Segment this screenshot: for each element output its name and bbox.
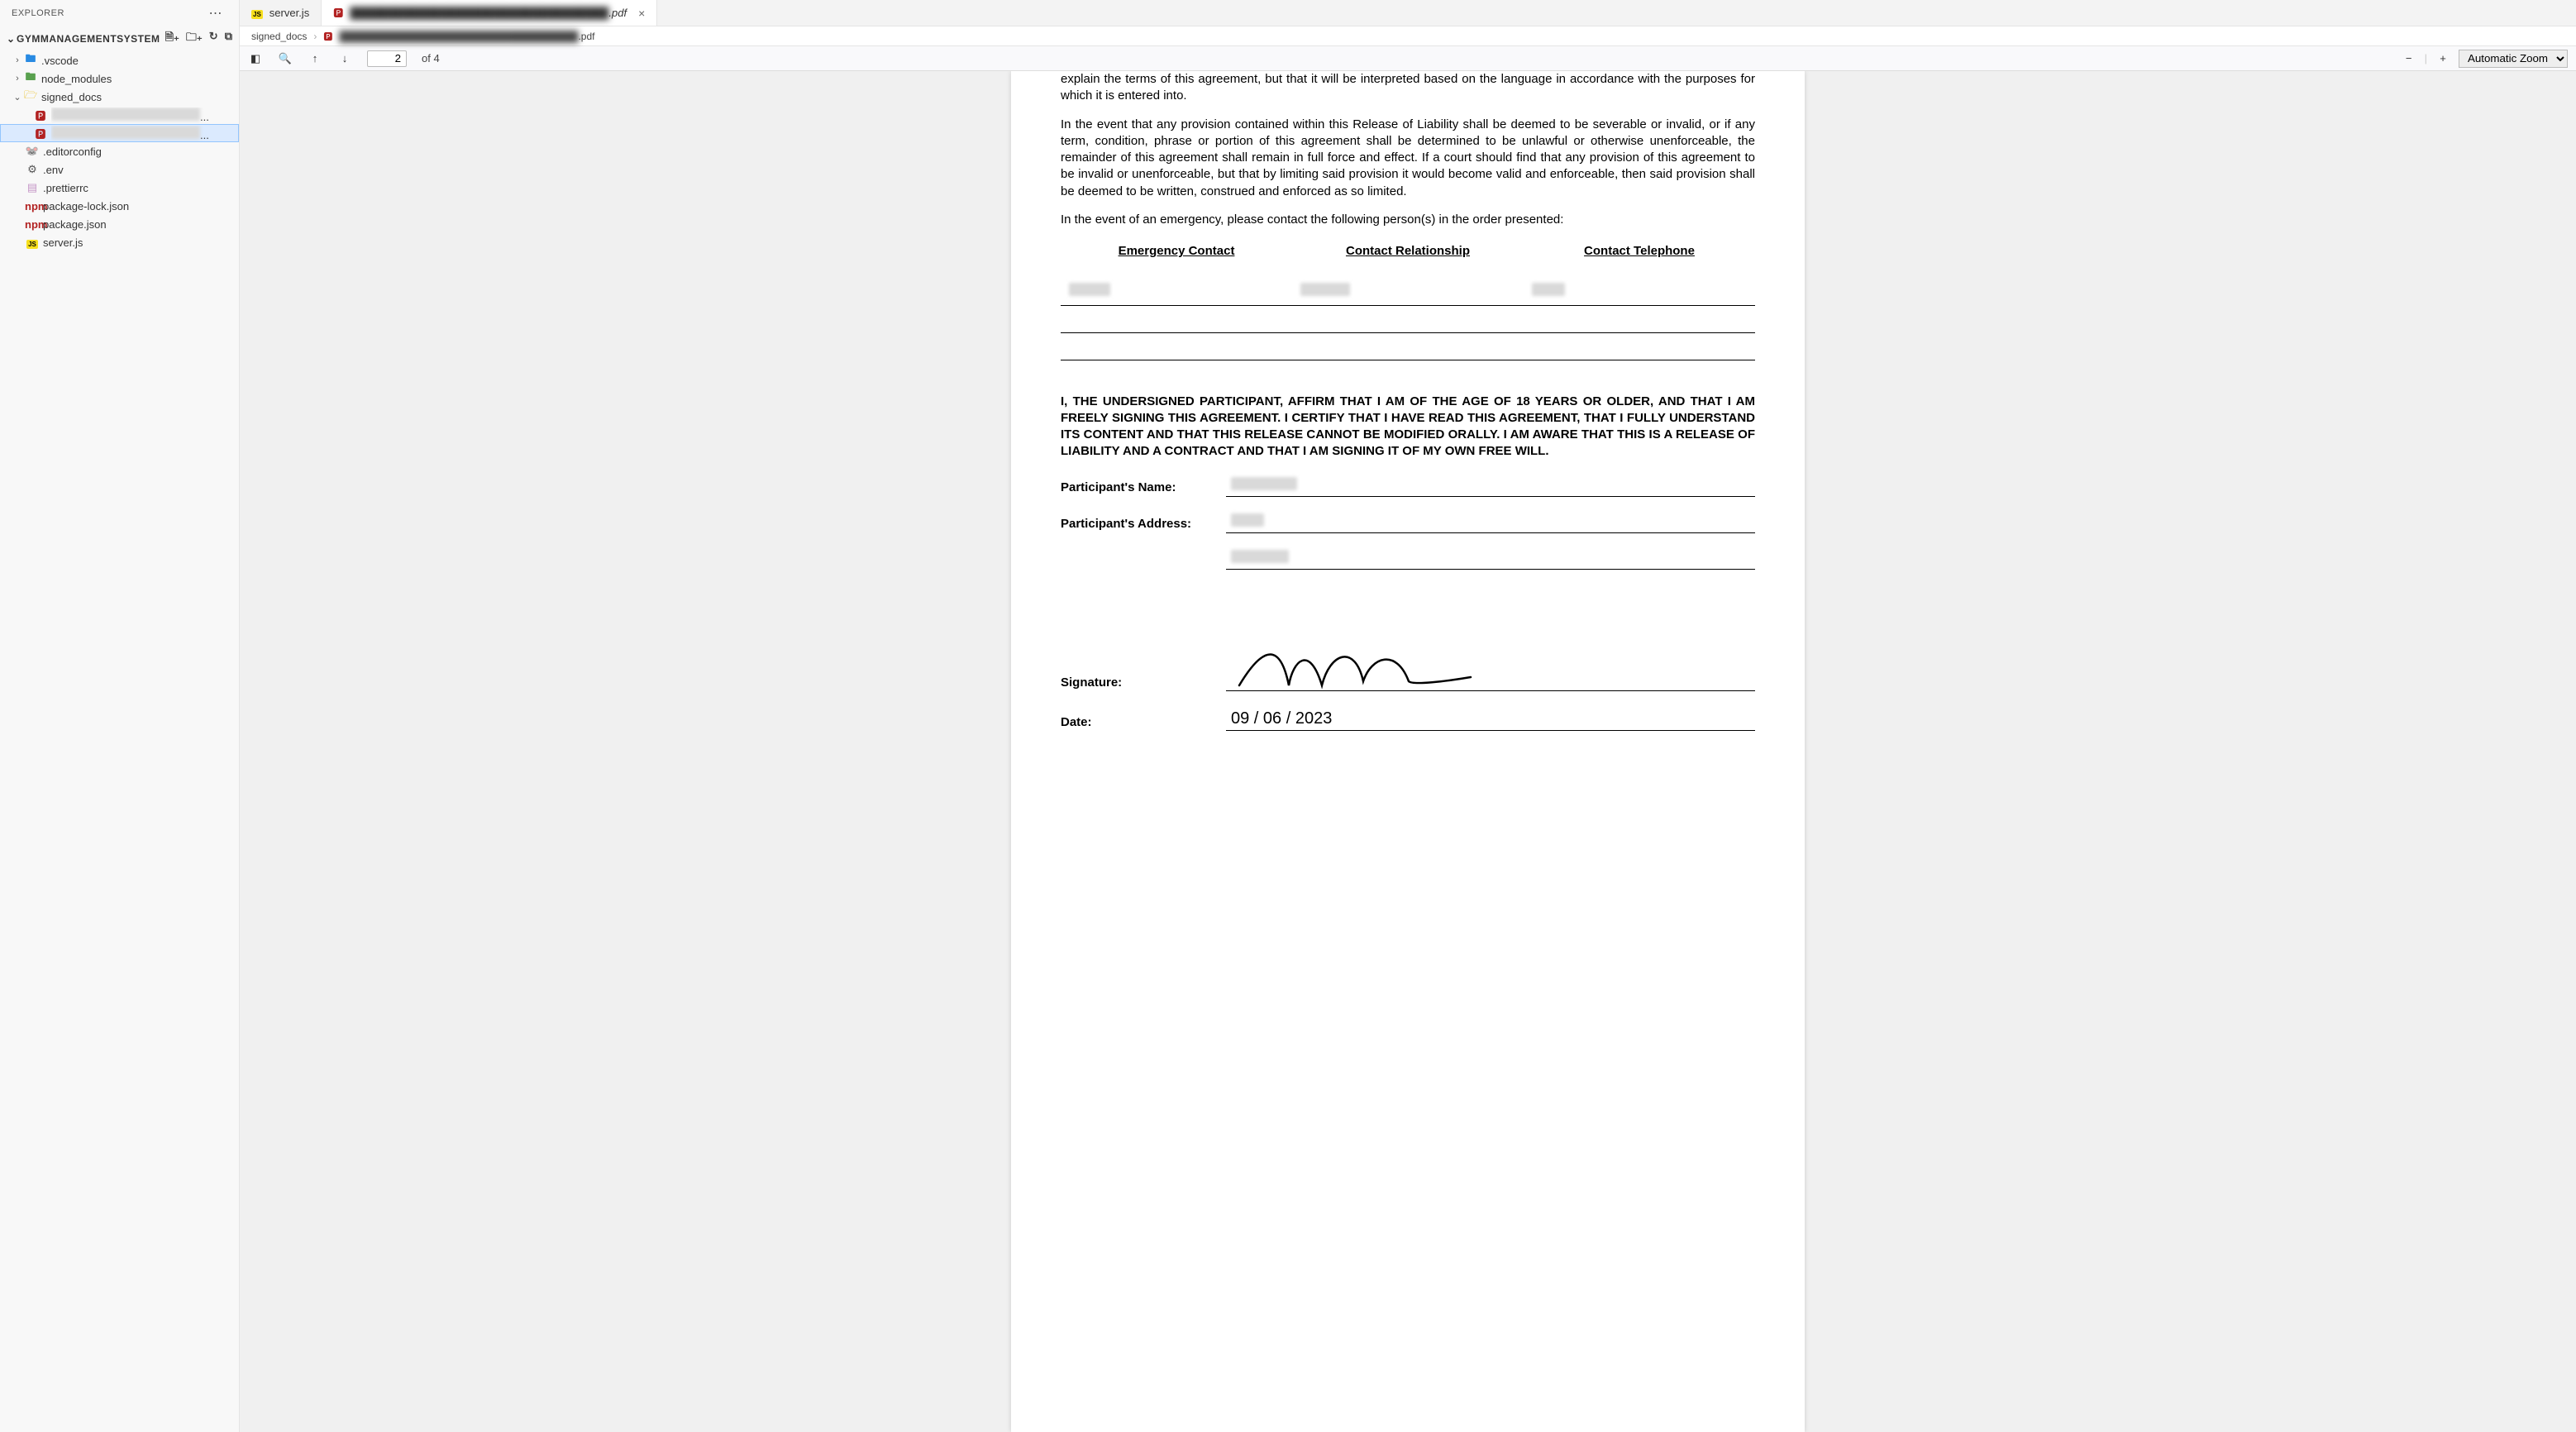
pdf-icon: 🅿 [333,6,343,20]
page-input[interactable] [367,50,407,67]
chevron-down-icon: ⌄ [12,92,23,103]
field-signature [1226,628,1755,691]
tree-file-editorconfig[interactable]: 🐭 .editorconfig [0,142,239,160]
pdf-icon: 🅿 [33,107,48,123]
prettier-icon: ▤ [25,181,40,194]
js-icon: JS [25,236,40,249]
pdf-viewport[interactable]: explain the terms of this agreement, but… [240,71,2576,1432]
explorer-more-icon[interactable]: ⋯ [204,5,228,21]
field-participant-name [1226,477,1755,497]
tree-file-env[interactable]: ⚙ .env [0,160,239,179]
doc-paragraph: explain the terms of this agreement, but… [1061,71,1755,105]
tab-pdf[interactable]: 🅿 ██████████████████████████████████.pdf… [322,0,657,26]
npm-icon: npm [25,218,40,231]
label-participant-name: Participant's Name: [1061,480,1226,496]
page-count: of 4 [422,52,440,64]
tree-folder-node-modules[interactable]: › 🖿 node_modules [0,69,239,88]
collapse-all-icon[interactable]: ⧉ [225,30,232,48]
folder-icon: 🖿 [23,69,38,88]
prev-page-icon[interactable]: ↑ [308,52,322,64]
zoom-out-icon[interactable]: − [2402,52,2416,64]
refresh-icon[interactable]: ↻ [209,30,218,48]
doc-affirmation: I, THE UNDERSIGNED PARTICIPANT, AFFIRM T… [1061,394,1755,461]
chevron-right-icon: › [313,31,317,42]
tree-file-package-json[interactable]: npm package.json [0,215,239,233]
search-icon[interactable]: 🔍 [278,52,293,65]
next-page-icon[interactable]: ↓ [337,52,352,64]
js-icon: JS [251,7,263,19]
chevron-right-icon: › [12,55,23,65]
zoom-in-icon[interactable]: + [2435,52,2450,64]
gear-icon: ⚙ [25,163,40,176]
breadcrumb: signed_docs › 🅿 ████████████████████████… [240,26,2576,46]
explorer-sidebar: EXPLORER ⋯ ⌄ GYMMANAGEMENTSYSTEM 🗎₊ 🗀₊ ↻… [0,0,240,1432]
close-icon[interactable]: × [633,7,645,20]
new-file-icon[interactable]: 🗎₊ [165,30,179,48]
editorconfig-icon: 🐭 [25,145,40,158]
label-date: Date: [1061,714,1226,731]
npm-icon: npm [25,200,40,212]
breadcrumb-file[interactable]: ██████████████████████████████████.pdf [339,31,594,42]
field-participant-address [1226,513,1755,533]
tab-label: server.js [270,7,309,19]
doc-paragraph: In the event that any provision containe… [1061,117,1755,200]
sidebar-toggle-icon[interactable]: ◧ [248,52,263,65]
project-name: GYMMANAGEMENTSYSTEM [17,33,165,45]
tab-server-js[interactable]: JS server.js [240,0,322,26]
label-participant-address: Participant's Address: [1061,516,1226,532]
tree-file-prettierrc[interactable]: ▤ .prettierrc [0,179,239,197]
contact-row [1061,329,1755,333]
doc-paragraph: In the event of an emergency, please con… [1061,212,1755,228]
editor-tabs: JS server.js 🅿 █████████████████████████… [240,0,2576,26]
chevron-down-icon: ⌄ [5,33,17,45]
field-participant-address-2 [1226,550,1755,570]
pdf-icon: 🅿 [323,30,332,43]
pdf-icon: 🅿 [33,126,48,141]
label-signature: Signature: [1061,675,1226,691]
contacts-header-relationship: Contact Relationship [1292,243,1524,260]
tree-folder-vscode[interactable]: › 🖿 .vscode [0,51,239,69]
zoom-select[interactable]: Automatic Zoom [2459,50,2568,68]
tree-file-server-js[interactable]: JS server.js [0,233,239,251]
tree-file-package-lock[interactable]: npm package-lock.json [0,197,239,215]
field-date: 09 / 06 / 2023 [1226,708,1755,731]
chevron-right-icon: › [12,74,23,84]
folder-open-icon: 🗁 [23,88,38,106]
tree-file-pdf2[interactable]: 🅿 ... [0,124,239,142]
new-folder-icon[interactable]: 🗀₊ [186,30,203,48]
contact-row [1061,356,1755,360]
breadcrumb-folder[interactable]: signed_docs [251,31,307,42]
file-tree: › 🖿 .vscode › 🖿 node_modules ⌄ 🗁 signed_… [0,51,239,251]
project-header[interactable]: ⌄ GYMMANAGEMENTSYSTEM 🗎₊ 🗀₊ ↻ ⧉ [0,26,239,51]
explorer-title: EXPLORER [12,8,64,18]
contacts-header-telephone: Contact Telephone [1524,243,1755,260]
tab-label: ██████████████████████████████████.pdf [350,7,627,19]
contact-row [1061,283,1755,305]
folder-icon: 🖿 [23,51,38,69]
contacts-header-emergency: Emergency Contact [1061,243,1292,260]
pdf-page: explain the terms of this agreement, but… [1011,71,1805,1432]
tree-file-pdf1[interactable]: 🅿 ... [0,106,239,124]
pdf-toolbar: ◧ 🔍 ↑ ↓ of 4 − | + Automatic Zoom [240,46,2576,71]
tree-folder-signed-docs[interactable]: ⌄ 🗁 signed_docs [0,88,239,106]
